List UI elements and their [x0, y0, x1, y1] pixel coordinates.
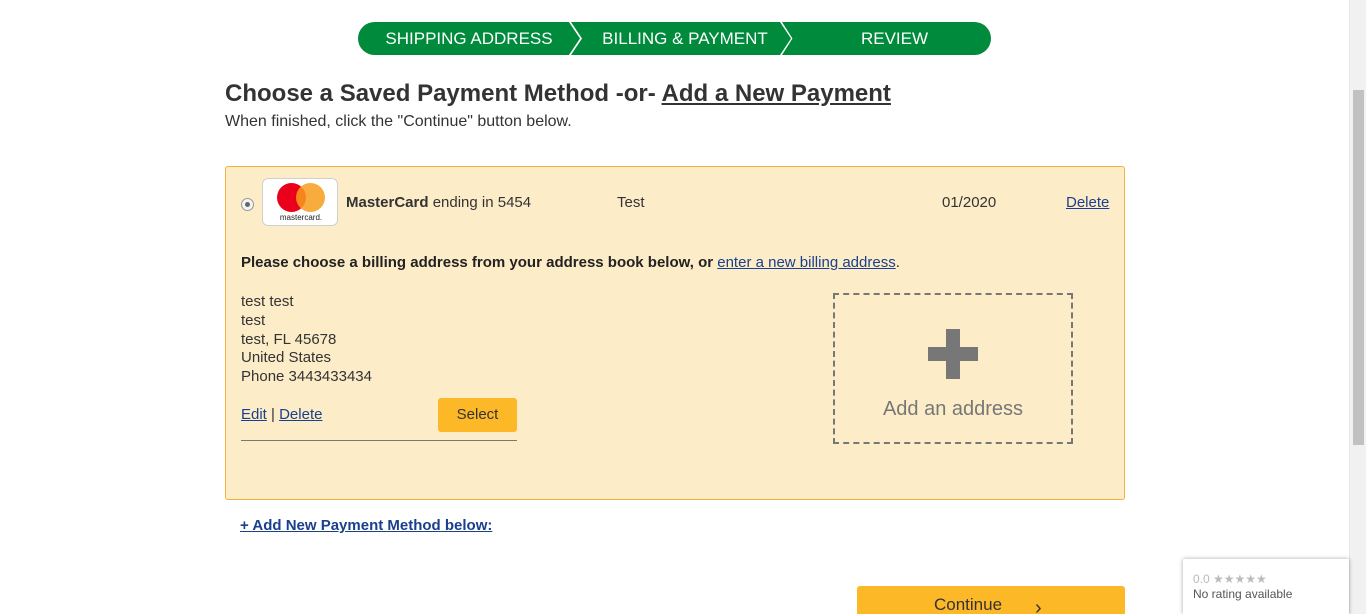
address-divider — [241, 440, 517, 441]
step-label: SHIPPING ADDRESS — [385, 29, 553, 48]
step-label: REVIEW — [860, 29, 929, 48]
scrollbar-thumb[interactable] — [1353, 90, 1364, 445]
billing-prompt-text: Please choose a billing address from you… — [241, 254, 718, 271]
plus-icon-bar — [928, 347, 978, 361]
page-title: Choose a Saved Payment Method -or- Add a… — [225, 80, 891, 108]
step-review[interactable]: REVIEW — [782, 22, 991, 55]
saved-billing-address: test test test test, FL 45678 United Sta… — [241, 293, 372, 387]
page-title-text: Choose a Saved Payment Method -or- — [225, 80, 662, 107]
card-expiry: 01/2020 — [942, 194, 997, 211]
add-address-label: Add an address — [882, 398, 1024, 420]
chevron-right-icon: › — [1035, 597, 1042, 614]
address-actions: Edit | Delete — [241, 406, 322, 423]
prompt-period: . — [895, 254, 900, 271]
step-billing-payment[interactable]: BILLING & PAYMENT — [571, 22, 791, 55]
enter-new-billing-address-link[interactable]: enter a new billing address — [717, 254, 895, 271]
card-ending: ending in 5454 — [428, 194, 532, 211]
rating-badge[interactable]: 0.0 ★★★★★ No rating available — [1183, 559, 1349, 614]
page-scrollbar[interactable] — [1349, 0, 1366, 614]
radio-selected-dot — [245, 202, 250, 207]
continue-button[interactable]: Continue › — [857, 586, 1125, 614]
address-line-phone: Phone 3443433434 — [241, 368, 372, 386]
card-holder-name: Test — [617, 194, 645, 211]
card-description: MasterCard ending in 5454 — [346, 194, 531, 211]
continue-label: Continue — [934, 595, 1003, 614]
billing-address-prompt: Please choose a billing address from you… — [241, 254, 900, 271]
delete-card-link[interactable]: Delete — [1066, 194, 1109, 211]
edit-address-link[interactable]: Edit — [241, 406, 267, 423]
step-label: BILLING & PAYMENT — [602, 29, 768, 48]
add-new-payment-link[interactable]: Add a New Payment — [662, 80, 891, 107]
star-rating-icon: 0.0 ★★★★★ — [1193, 572, 1267, 586]
address-line-name: test test — [241, 293, 294, 310]
action-separator: | — [266, 406, 280, 423]
address-line-street: test — [241, 311, 266, 329]
select-address-button[interactable]: Select — [438, 398, 517, 432]
add-address-tile[interactable]: Add an address — [833, 293, 1073, 444]
mastercard-logo-text: mastercard. — [279, 213, 323, 222]
saved-payment-panel: mastercard. MasterCard ending in 5454 Te… — [225, 166, 1125, 500]
delete-address-link[interactable]: Delete — [279, 406, 322, 423]
address-line-country: United States — [241, 349, 332, 367]
mastercard-orange-circle — [296, 183, 325, 212]
checkout-steps: SHIPPING ADDRESS BILLING & PAYMENT REVIE… — [358, 22, 991, 55]
card-brand: MasterCard — [346, 194, 429, 211]
step-shipping-address[interactable]: SHIPPING ADDRESS — [358, 22, 580, 55]
page-subtitle: When finished, click the "Continue" butt… — [225, 113, 572, 130]
payment-method-radio[interactable] — [241, 198, 254, 211]
address-line-city-state: test, FL 45678 — [241, 330, 337, 348]
add-new-payment-method-link[interactable]: + Add New Payment Method below: — [240, 517, 492, 534]
rating-text: No rating available — [1193, 587, 1293, 601]
mastercard-logo-icon: mastercard. — [262, 178, 338, 226]
